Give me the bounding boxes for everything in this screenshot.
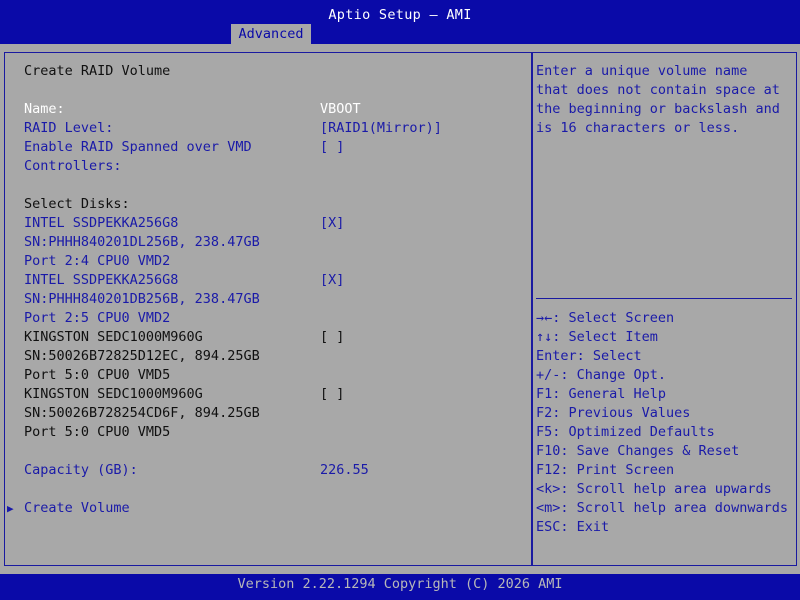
disk-1-port[interactable]: Port 2:4 CPU0 VMD2 [24,252,170,271]
help-separator [536,298,792,299]
raid-level-value[interactable]: [RAID1(Mirror)] [320,119,442,138]
disk-4-checkbox: [ ] [320,386,345,402]
key-help-f5: F5: Optimized Defaults [536,424,715,440]
window-title: Aptio Setup – AMI [328,7,472,23]
key-help-m: <m>: Scroll help area downwards [536,500,788,516]
page-heading: Create RAID Volume [24,63,171,79]
capacity-value: 226.55 [320,462,369,478]
select-disks-label: Select Disks: [24,196,130,212]
key-help-enter: Enter: Select [536,348,642,364]
key-help-k: <k>: Scroll help area upwards [536,481,772,497]
spanned-checkbox[interactable]: [ ] [320,138,344,157]
disk-3-checkbox: [ ] [320,329,345,345]
disk-2-model[interactable]: INTEL SSDPEKKA256G8 [24,271,178,290]
help-text-line-2: that does not contain space at [536,82,780,98]
key-help-select-item: ↑↓: Select Item [536,329,658,345]
create-volume-button[interactable]: Create Volume [24,499,130,518]
help-text-line-4: is 16 characters or less. [536,120,740,136]
disk-3-model: KINGSTON SEDC1000M960G [24,329,203,345]
disk-1-checkbox[interactable]: [X] [320,214,344,233]
disk-2-checkbox[interactable]: [X] [320,271,344,290]
disk-4-port: Port 5:0 CPU0 VMD5 [24,424,171,440]
help-text-line-3: the beginning or backslash and [536,101,780,117]
raid-level-label[interactable]: RAID Level: [24,119,113,138]
title-bar: Aptio Setup – AMI Advanced [0,0,800,44]
key-help-f12: F12: Print Screen [536,462,675,478]
footer-strip [0,594,800,600]
panel-divider [531,52,533,566]
disk-3-port: Port 5:0 CPU0 VMD5 [24,367,171,383]
spanned-label-line2[interactable]: Controllers: [24,157,122,176]
disk-4-model: KINGSTON SEDC1000M960G [24,386,203,402]
key-help-f1: F1: General Help [536,386,667,402]
disk-1-model[interactable]: INTEL SSDPEKKA256G8 [24,214,178,233]
help-text-line-1: Enter a unique volume name [536,63,748,79]
disk-1-serial[interactable]: SN:PHHH840201DL256B, 238.47GB [24,233,260,252]
disk-2-port[interactable]: Port 2:5 CPU0 VMD2 [24,309,170,328]
disk-2-serial[interactable]: SN:PHHH840201DB256B, 238.47GB [24,290,260,309]
version-footer: Version 2.22.1294 Copyright (C) 2026 AMI [0,574,800,594]
key-help-f10: F10: Save Changes & Reset [536,443,740,459]
key-help-esc: ESC: Exit [536,519,610,535]
disk-4-serial: SN:50026B728254CD6F, 894.25GB [24,405,260,421]
key-help-change-opt: +/-: Change Opt. [536,367,667,383]
submenu-arrow-icon: ▶ [7,502,14,515]
spanned-label[interactable]: Enable RAID Spanned over VMD [24,138,252,157]
key-help-select-screen: →←: Select Screen [536,310,675,326]
name-value[interactable]: VBOOT [320,100,361,119]
disk-3-serial: SN:50026B72825D12EC, 894.25GB [24,348,260,364]
tab-advanced[interactable]: Advanced [231,24,311,44]
name-label: Name: [24,101,65,117]
capacity-label: Capacity (GB): [24,462,138,478]
key-help-f2: F2: Previous Values [536,405,691,421]
